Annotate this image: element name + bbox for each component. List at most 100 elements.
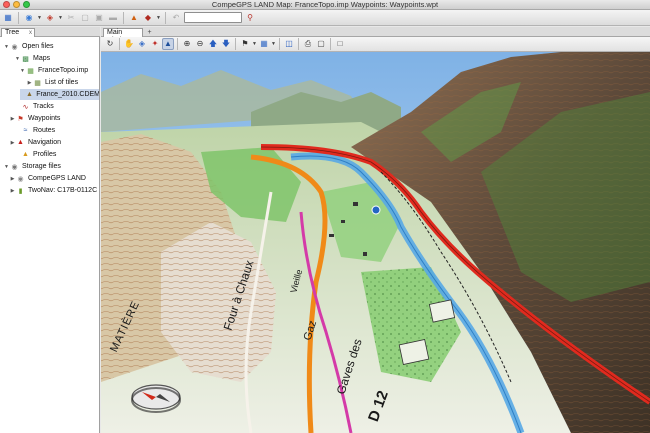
tree-item-label: Routes bbox=[33, 127, 56, 134]
arrow-up-icon[interactable]: 🡅 bbox=[207, 38, 219, 50]
tree-item-label: CompeGPS LAND bbox=[28, 175, 86, 182]
building bbox=[353, 202, 358, 206]
tree-item-storage-files[interactable]: ▼ ◉ Storage files bbox=[3, 161, 61, 172]
search-input[interactable] bbox=[184, 12, 242, 23]
export-icon[interactable]: ▢ bbox=[315, 38, 327, 50]
chevron-down-icon[interactable]: ▼ bbox=[156, 15, 161, 21]
print-icon[interactable]: ⎙ bbox=[302, 38, 314, 50]
undo-icon[interactable]: ↶ bbox=[170, 12, 182, 24]
paste-icon[interactable]: ▣ bbox=[93, 12, 105, 24]
tree-item-maps[interactable]: ▼ ▩ Maps bbox=[14, 53, 50, 64]
tree-item-label: FranceTopo.imp bbox=[38, 67, 89, 74]
title-bar: CompeGPS LAND Map: FranceTopo.imp Waypoi… bbox=[0, 0, 650, 10]
zoom-in-icon[interactable]: ⊕ bbox=[181, 38, 193, 50]
open-file-icon[interactable]: ◉ bbox=[23, 12, 35, 24]
tree-item-open-files[interactable]: ▼ ◉ Open files bbox=[3, 41, 54, 52]
tree-item-profiles[interactable]: ▲ Profiles bbox=[14, 149, 56, 160]
map-3d-view[interactable]: Four à Chaux Gaz Gaves des Vieille D 12 … bbox=[101, 52, 650, 433]
expand-toggle-icon[interactable]: ▶ bbox=[9, 140, 16, 146]
expand-toggle-icon[interactable]: ▼ bbox=[14, 56, 21, 62]
tree-item-label: Storage files bbox=[22, 163, 61, 170]
search-icon[interactable]: ⚲ bbox=[244, 12, 256, 24]
main-tab-bar: Main window + bbox=[101, 27, 650, 44]
tree-item-tracks[interactable]: ∿ Tracks bbox=[14, 101, 54, 112]
expand-toggle-icon[interactable]: ▶ bbox=[9, 116, 16, 122]
window-icon[interactable]: □ bbox=[334, 38, 346, 50]
tree-item-label: Navigation bbox=[28, 139, 62, 146]
track-tool-icon[interactable]: ◫ bbox=[283, 38, 295, 50]
cdem-file-icon: ▲ bbox=[26, 91, 33, 98]
expand-toggle-icon[interactable]: ▼ bbox=[3, 164, 10, 170]
tab-tree-label: Tree bbox=[5, 29, 20, 36]
expand-toggle-icon[interactable]: ▶ bbox=[26, 80, 33, 86]
map-terrain-rendering bbox=[101, 52, 650, 433]
select-icon[interactable]: ◈ bbox=[136, 38, 148, 50]
expand-toggle-icon[interactable]: ▼ bbox=[3, 44, 10, 50]
device-icon: ▮ bbox=[18, 187, 23, 195]
open-files-icon: ◉ bbox=[11, 43, 18, 51]
building bbox=[329, 234, 334, 237]
tiles-icon: ▦ bbox=[34, 79, 41, 87]
toolbar-separator bbox=[123, 11, 124, 24]
maps-icon: ▩ bbox=[22, 55, 29, 63]
pan-hand-icon[interactable]: ✋ bbox=[123, 38, 135, 50]
tree-tab-bar: Tree x bbox=[0, 27, 100, 37]
gps-device-icon[interactable]: ▲ bbox=[128, 12, 140, 24]
3d-view-icon[interactable]: ▲ bbox=[162, 38, 174, 50]
building bbox=[363, 252, 367, 256]
expand-toggle-icon[interactable]: ▶ bbox=[9, 188, 16, 194]
zoom-out-icon[interactable]: ⊖ bbox=[194, 38, 206, 50]
tree-item-france-cdem[interactable]: ▲ France_2010.CDEM bbox=[20, 89, 100, 100]
tree-item-label: List of tiles bbox=[45, 79, 79, 86]
rotate-icon[interactable]: ↻ bbox=[104, 38, 116, 50]
expand-toggle-icon[interactable]: ▼ bbox=[19, 68, 26, 74]
chevron-down-icon[interactable]: ▼ bbox=[58, 15, 63, 21]
tree-item-list-of-tiles[interactable]: ▶ ▦ List of tiles bbox=[26, 77, 79, 88]
waypoint-tool-icon[interactable]: ⚑ bbox=[239, 38, 251, 50]
pin-icon[interactable]: ✦ bbox=[149, 38, 161, 50]
track-icon: ∿ bbox=[22, 103, 29, 111]
delete-icon[interactable]: ▬ bbox=[107, 12, 119, 24]
chevron-down-icon[interactable]: ▼ bbox=[271, 41, 276, 47]
close-tab-icon[interactable]: x bbox=[29, 29, 32, 37]
tree-item-label: TwoNav: C17B-0112C bbox=[28, 187, 98, 194]
add-tab-icon[interactable]: + bbox=[145, 28, 154, 37]
save-icon[interactable]: ◈ bbox=[44, 12, 56, 24]
layers-icon[interactable]: ▦ bbox=[258, 38, 270, 50]
tree-panel: ▼ ◉ Open files ▼ ▩ Maps ▼ ▦ FranceTopo.i… bbox=[0, 37, 100, 433]
tree-item-compegps-land[interactable]: ▶ ◉ CompeGPS LAND bbox=[9, 173, 86, 184]
layout-icon[interactable]: ▦ bbox=[2, 12, 14, 24]
tab-tree[interactable]: Tree x bbox=[1, 28, 35, 37]
tree-item-routes[interactable]: ≈ Routes bbox=[14, 125, 56, 136]
window-title: CompeGPS LAND Map: FranceTopo.imp Waypoi… bbox=[211, 0, 439, 9]
waypoint-icon: ⚑ bbox=[17, 115, 24, 123]
arrow-down-icon[interactable]: 🡇 bbox=[220, 38, 232, 50]
tree-item-francetopo[interactable]: ▼ ▦ FranceTopo.imp bbox=[19, 65, 88, 76]
chevron-down-icon[interactable]: ▼ bbox=[252, 41, 257, 47]
route-icon: ≈ bbox=[23, 127, 28, 134]
expand-toggle-icon[interactable]: ▶ bbox=[9, 176, 16, 182]
profile-icon: ▲ bbox=[22, 151, 29, 158]
tree-item-waypoints[interactable]: ▶ ⚑ Waypoints bbox=[9, 113, 61, 124]
toolbar-separator bbox=[177, 38, 178, 50]
building bbox=[341, 220, 345, 223]
tree-item-label: France_2010.CDEM bbox=[36, 91, 100, 98]
tree-item-navigation[interactable]: ▶ ▲ Navigation bbox=[9, 137, 62, 148]
tab-main-window[interactable]: Main window bbox=[103, 28, 143, 44]
toolbar-separator bbox=[165, 11, 166, 24]
map-toolbar: ↻ ✋ ◈ ✦ ▲ ⊕ ⊖ 🡅 🡇 ⚑ ▼ ▦ ▼ ◫ ⎙ ▢ □ bbox=[101, 37, 650, 52]
main-toolbar: ▦ ◉ ▼ ◈ ▼ ✂ ▢ ▣ ▬ ▲ ◆ ▼ ↶ ⚲ bbox=[0, 10, 650, 26]
toolbar-separator bbox=[18, 11, 19, 24]
copy-icon[interactable]: ▢ bbox=[79, 12, 91, 24]
chevron-down-icon[interactable]: ▼ bbox=[37, 15, 42, 21]
disk-icon: ◉ bbox=[17, 175, 24, 183]
tree-item-twonav[interactable]: ▶ ▮ TwoNav: C17B-0112C bbox=[9, 185, 98, 196]
marker-pin bbox=[371, 205, 381, 215]
track-tools-icon[interactable]: ◆ bbox=[142, 12, 154, 24]
cut-icon[interactable]: ✂ bbox=[65, 12, 77, 24]
tree-item-label: Tracks bbox=[33, 103, 54, 110]
tree-item-label: Profiles bbox=[33, 151, 57, 158]
toolbar-separator bbox=[298, 38, 299, 50]
tree-item-label: Maps bbox=[33, 55, 51, 62]
toolbar-separator bbox=[235, 38, 236, 50]
